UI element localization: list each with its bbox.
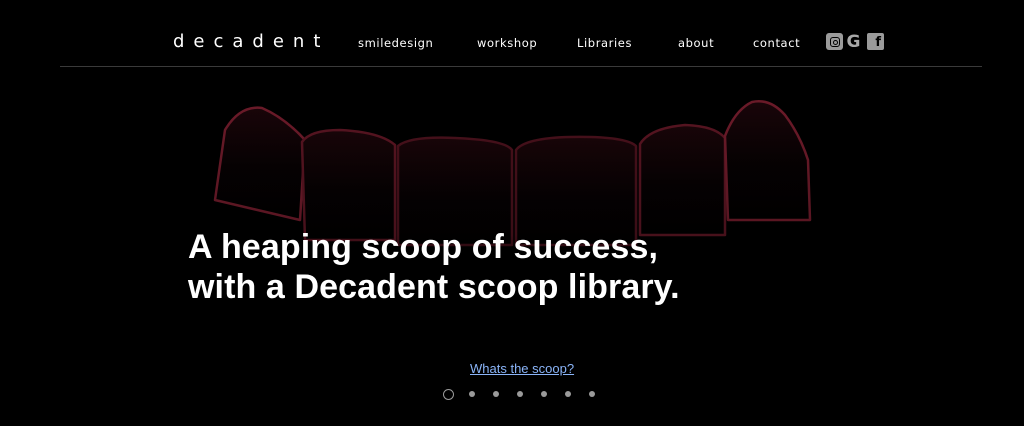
header-divider <box>60 66 982 67</box>
nav-item-libraries[interactable]: Libraries <box>577 36 632 50</box>
slide-dot-5[interactable] <box>541 391 547 397</box>
slide-dot-6[interactable] <box>565 391 571 397</box>
headline-line-1: A heaping scoop of success, <box>188 228 659 266</box>
nav-item-smiledesign[interactable]: smiledesign <box>358 36 433 50</box>
nav-item-contact[interactable]: contact <box>753 36 800 50</box>
whats-the-scoop-link[interactable]: Whats the scoop? <box>470 361 574 376</box>
hero-headline: A heaping scoop of success, with a Decad… <box>188 227 680 307</box>
slide-dot-1[interactable] <box>443 388 454 400</box>
headline-line-2: with a Decadent scoop library. <box>188 268 680 306</box>
facebook-icon[interactable]: f <box>867 33 884 50</box>
logo[interactable]: decadent <box>173 31 329 52</box>
nav-item-workshop[interactable]: workshop <box>477 36 537 50</box>
google-icon[interactable]: G <box>845 32 862 52</box>
nav-item-about[interactable]: about <box>678 36 714 50</box>
slide-dot-3[interactable] <box>493 391 499 397</box>
slide-dot-2[interactable] <box>469 391 475 397</box>
slider-pagination <box>443 388 613 400</box>
instagram-icon[interactable] <box>826 33 843 50</box>
slide-dot-4[interactable] <box>517 391 523 397</box>
slide-dot-7[interactable] <box>589 391 595 397</box>
site-header: decadent smiledesign workshop Libraries … <box>0 0 1024 67</box>
